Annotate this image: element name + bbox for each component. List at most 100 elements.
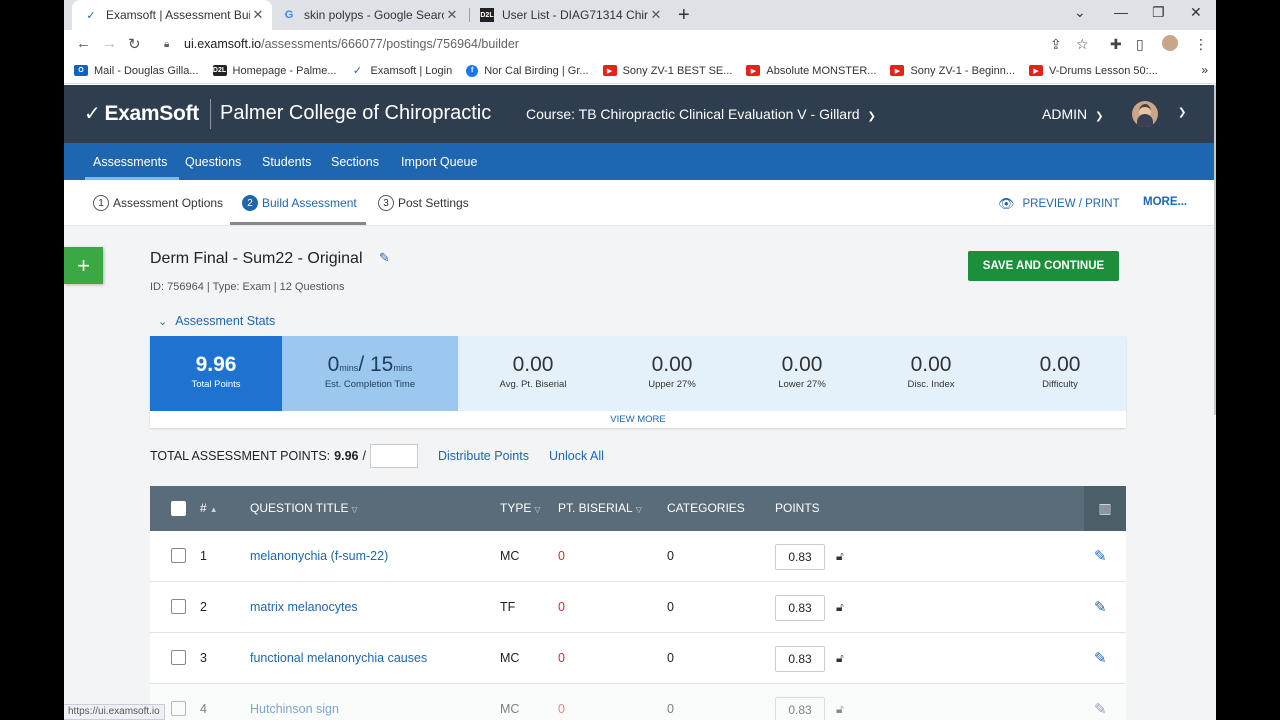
profile-avatar-icon[interactable] (1162, 35, 1178, 51)
reload-icon[interactable]: ↻ (128, 35, 141, 53)
nav-students[interactable]: Students (262, 155, 311, 169)
row-checkbox[interactable] (171, 599, 186, 614)
examsoft-logo[interactable]: ✓ ExamSoft (84, 101, 199, 126)
sort-up-icon: ▲ (209, 505, 218, 514)
points-input[interactable]: 0.83 (775, 595, 825, 621)
assessment-stats-toggle[interactable]: ⌄ Assessment Stats (158, 314, 275, 328)
edit-pencil-icon[interactable]: ✎ (1094, 598, 1107, 616)
bookmarks-bar: O Mail - Douglas Gilla... D2L Homepage - P… (64, 58, 1216, 84)
sort-type-header[interactable]: TYPE ▽ (500, 501, 541, 515)
nav-sections[interactable]: Sections (331, 155, 379, 169)
total-points-input[interactable] (369, 444, 418, 468)
role-selector[interactable]: ADMIN ❯ (1042, 106, 1104, 122)
distribute-points-link[interactable]: Distribute Points (438, 449, 529, 463)
tab-strip: ✓ Examsoft | Assessment Builder ✕ G skin… (64, 0, 1216, 30)
question-title-link[interactable]: melanonychia (f-sum-22) (250, 549, 388, 563)
nav-questions[interactable]: Questions (185, 155, 241, 169)
forward-icon[interactable]: → (102, 35, 117, 52)
stat-avg-biserial: 0.00 Avg. Pt. Biserial (499, 353, 567, 390)
points-input[interactable]: 0.83 (775, 646, 825, 672)
lock-icon[interactable]: 🔓︎ (836, 549, 844, 564)
bookmark-item[interactable]: ▶ V-Drums Lesson 50:... (1029, 65, 1158, 77)
stat-disc-index: 0.00 Disc. Index (907, 353, 955, 390)
tab-d2l[interactable]: D2L User List - DIAG71314 Chiro Clini ✕ (474, 0, 670, 30)
tab-search-chevron-icon[interactable]: ⌄ (1074, 4, 1086, 21)
avatar[interactable] (1132, 101, 1158, 127)
restore-icon[interactable]: ❐ (1152, 4, 1165, 21)
lock-icon: 🔒︎ (164, 38, 170, 50)
edit-pencil-icon[interactable]: ✎ (1094, 649, 1107, 667)
extensions-puzzle-icon[interactable]: ✚ (1110, 36, 1122, 53)
close-tab-icon[interactable]: ✕ (648, 7, 664, 23)
sort-down-icon: ▽ (351, 505, 358, 514)
more-menu-button[interactable]: MORE... (1143, 196, 1187, 208)
row-checkbox[interactable] (171, 701, 186, 716)
browser-window: ✓ Examsoft | Assessment Builder ✕ G skin… (64, 0, 1216, 720)
table-row: 3 functional melanonychia causes MC 0 0 … (150, 633, 1126, 684)
lock-icon[interactable]: 🔓︎ (836, 702, 844, 717)
add-question-button[interactable]: + (64, 247, 103, 284)
tab-google[interactable]: G skin polyps - Google Search ✕ (276, 0, 466, 30)
browser-status-url: https://ui.examsoft.io (64, 704, 165, 720)
side-panel-icon[interactable]: ▯ (1136, 36, 1144, 53)
question-title-link[interactable]: matrix melanocytes (250, 600, 358, 614)
edit-pencil-icon[interactable]: ✎ (1094, 700, 1107, 718)
save-and-continue-button[interactable]: SAVE AND CONTINUE (968, 251, 1119, 281)
bookmark-star-icon[interactable]: ☆ (1076, 36, 1089, 53)
bookmark-item[interactable]: ▶ Sony ZV-1 - Beginn... (890, 65, 1015, 77)
step-post-settings[interactable]: 3 Post Settings (378, 195, 469, 211)
nav-assessments[interactable]: Assessments (84, 155, 180, 180)
d2l-icon: D2L (212, 65, 227, 76)
youtube-icon: ▶ (602, 65, 617, 76)
stat-total-points: 9.96 Total Points (150, 336, 282, 411)
assessment-meta: ID: 756964 | Type: Exam | 12 Questions (150, 281, 345, 293)
edit-pencil-icon[interactable]: ✎ (1094, 547, 1107, 565)
lock-icon[interactable]: 🔓︎ (836, 600, 844, 615)
bookmark-item[interactable]: ▶ Sony ZV-1 BEST SE... (602, 65, 732, 77)
points-input[interactable]: 0.83 (775, 697, 825, 720)
page-scrollbar[interactable] (1214, 85, 1216, 415)
tab-examsoft[interactable]: ✓ Examsoft | Assessment Builder ✕ (72, 0, 272, 30)
points-input[interactable]: 0.83 (775, 544, 825, 570)
bookmarks-overflow-button[interactable]: » (1201, 63, 1208, 77)
minimize-icon[interactable]: — (1114, 4, 1128, 20)
view-more-link[interactable]: VIEW MORE (150, 414, 1126, 425)
active-step-indicator (230, 222, 366, 225)
bookmark-item[interactable]: O Mail - Douglas Gilla... (74, 65, 199, 77)
browser-menu-icon[interactable]: ⋮ (1194, 36, 1208, 53)
close-tab-icon[interactable]: ✕ (444, 7, 460, 23)
close-window-icon[interactable]: ✕ (1190, 4, 1202, 21)
bookmark-item[interactable]: f Nor Cal Birding | Gr... (466, 64, 589, 77)
chevron-down-icon[interactable]: ❯ (1178, 107, 1186, 118)
lock-icon[interactable]: 🔓︎ (836, 651, 844, 666)
row-checkbox[interactable] (171, 650, 186, 665)
sort-number-header[interactable]: # ▲ (200, 501, 218, 515)
back-icon[interactable]: ← (76, 35, 91, 52)
step-build-assessment[interactable]: 2 Build Assessment (242, 195, 357, 211)
chevron-down-icon: ❯ (867, 111, 876, 122)
nav-import-queue[interactable]: Import Queue (401, 155, 477, 169)
course-selector[interactable]: Course: TB Chiropractic Clinical Evaluat… (526, 106, 876, 122)
share-icon[interactable]: ⇪ (1050, 36, 1062, 53)
edit-title-pencil-icon[interactable]: ✎ (379, 250, 390, 266)
d2l-favicon: D2L (480, 8, 494, 22)
preview-print-button[interactable]: 👁︎ PREVIEW / PRINT (998, 196, 1120, 212)
table-row: 4 Hutchinson sign MC 0 0 0.83 🔓︎ ✎ (150, 684, 1126, 720)
questions-table: # ▲ QUESTION TITLE ▽ TYPE ▽ PT. BISERIAL ▽ C… (150, 486, 1126, 720)
bookmark-item[interactable]: ▶ Absolute MONSTER... (746, 65, 876, 77)
select-all-checkbox[interactable] (171, 501, 186, 516)
facebook-icon: f (466, 64, 479, 77)
sort-title-header[interactable]: QUESTION TITLE ▽ (250, 501, 358, 515)
address-bar[interactable]: 🔒︎ ui.examsoft.io/assessments/666077/pos… (154, 31, 1102, 57)
bookmark-item[interactable]: ✓ Examsoft | Login (350, 65, 452, 78)
question-title-link[interactable]: functional melanonychia causes (250, 651, 427, 665)
sort-biserial-header[interactable]: PT. BISERIAL ▽ (558, 501, 642, 515)
close-tab-icon[interactable]: ✕ (250, 7, 266, 23)
columns-icon[interactable]: ▥ (1084, 486, 1126, 531)
row-checkbox[interactable] (171, 548, 186, 563)
step-assessment-options[interactable]: 1 Assessment Options (93, 195, 223, 211)
new-tab-icon[interactable]: + (678, 4, 690, 27)
unlock-all-link[interactable]: Unlock All (549, 449, 604, 463)
bookmark-item[interactable]: D2L Homepage - Palme... (212, 65, 336, 77)
question-title-link[interactable]: Hutchinson sign (250, 702, 339, 716)
